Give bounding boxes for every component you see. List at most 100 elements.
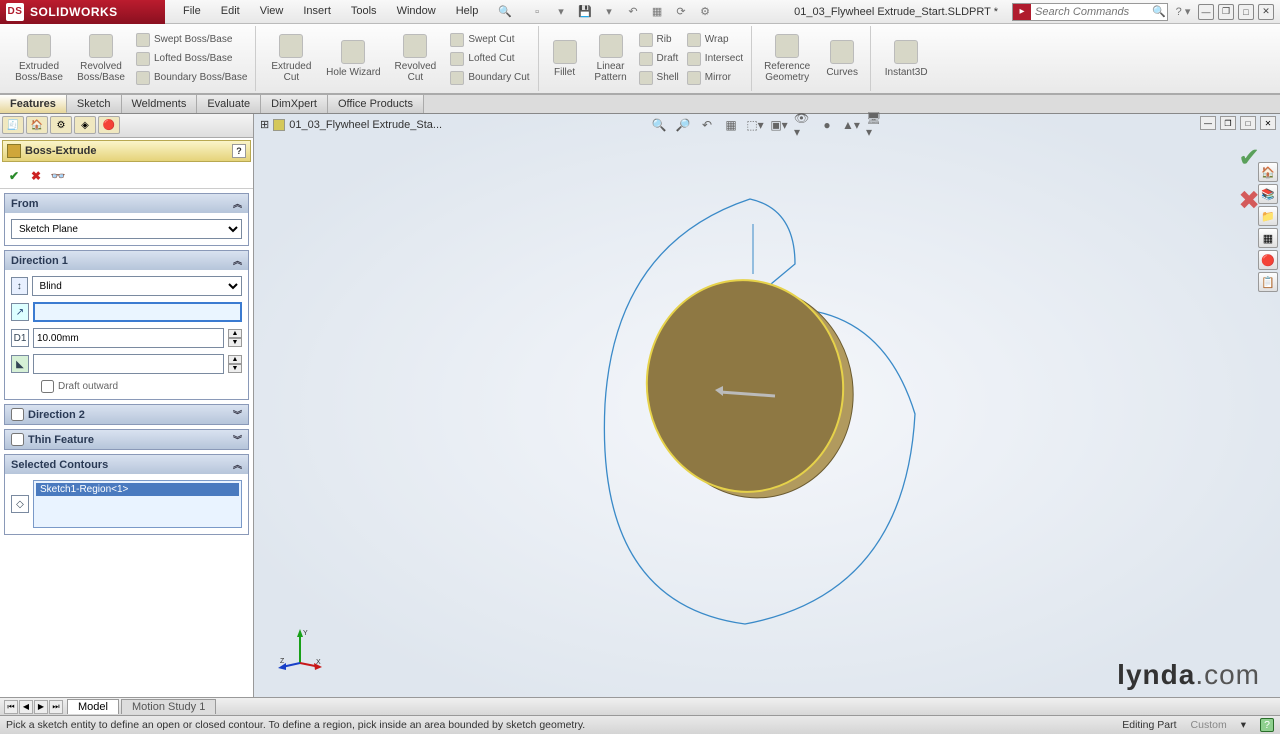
- window-close[interactable]: ✕: [1258, 4, 1274, 20]
- from-select[interactable]: Sketch Plane: [11, 219, 242, 239]
- swept-cut-button[interactable]: Swept Cut: [448, 32, 531, 48]
- hole-wizard-button[interactable]: Hole Wizard: [324, 28, 382, 89]
- rib-button[interactable]: Rib: [637, 32, 681, 48]
- window-maximize[interactable]: □: [1238, 4, 1254, 20]
- help-flyout[interactable]: ? ▾: [1174, 3, 1192, 21]
- command-manager-tabs: Features Sketch Weldments Evaluate DimXp…: [0, 94, 1280, 114]
- draft-spinner-down[interactable]: ▼: [228, 364, 242, 373]
- depth-spinner-down[interactable]: ▼: [228, 338, 242, 347]
- window-restore[interactable]: ❐: [1218, 4, 1234, 20]
- propertymanager-tab-icon[interactable]: 🏠: [26, 116, 48, 134]
- reverse-direction-icon[interactable]: ↕: [11, 277, 28, 295]
- wrap-button[interactable]: Wrap: [685, 32, 745, 48]
- tab-nav-first[interactable]: ⏮: [4, 700, 18, 714]
- tab-nav-prev[interactable]: ◀: [19, 700, 33, 714]
- contour-item[interactable]: Sketch1-Region<1>: [36, 483, 239, 496]
- direction-vector-field[interactable]: [33, 302, 242, 322]
- section-direction2-header[interactable]: Direction 2︾: [5, 405, 248, 424]
- save-icon[interactable]: 💾: [576, 3, 594, 21]
- fillet-button[interactable]: Fillet: [545, 28, 585, 89]
- draft-angle-icon[interactable]: ◣: [11, 355, 29, 373]
- depth-spinner-up[interactable]: ▲: [228, 329, 242, 338]
- end-condition-select[interactable]: Blind: [32, 276, 242, 296]
- tab-weldments[interactable]: Weldments: [122, 95, 198, 113]
- draft-outward-checkbox[interactable]: [41, 380, 54, 393]
- rebuild-icon[interactable]: ⟳: [672, 3, 690, 21]
- draft-spinner-up[interactable]: ▲: [228, 355, 242, 364]
- linear-pattern-button[interactable]: Linear Pattern: [589, 28, 633, 89]
- help-search-icon[interactable]: 🔍: [490, 1, 520, 22]
- watermark: lynda.com: [1117, 659, 1260, 691]
- menu-tools[interactable]: Tools: [343, 1, 385, 22]
- direction-vector-icon[interactable]: ↗: [11, 303, 29, 321]
- section-direction1-header[interactable]: Direction 1︽: [5, 251, 248, 270]
- tab-sketch[interactable]: Sketch: [67, 95, 122, 113]
- thin-feature-checkbox[interactable]: [11, 433, 24, 446]
- display-tab-icon[interactable]: 🔴: [98, 116, 120, 134]
- open-doc-icon[interactable]: ▾: [552, 3, 570, 21]
- direction2-checkbox[interactable]: [11, 408, 24, 421]
- section-thin-feature-header[interactable]: Thin Feature︾: [5, 430, 248, 449]
- menu-view[interactable]: View: [252, 1, 292, 22]
- section-from-header[interactable]: From︽: [5, 194, 248, 213]
- settings-icon[interactable]: ⚙: [696, 3, 714, 21]
- pm-help-button[interactable]: ?: [232, 144, 246, 158]
- revolved-cut-button[interactable]: Revolved Cut: [386, 28, 444, 89]
- tab-nav-last[interactable]: ⏭: [49, 700, 63, 714]
- dimxpert-tab-icon[interactable]: ◈: [74, 116, 96, 134]
- instant3d-button[interactable]: Instant3D: [877, 28, 935, 89]
- menu-edit[interactable]: Edit: [213, 1, 248, 22]
- status-units[interactable]: Custom: [1191, 719, 1227, 731]
- command-search-input[interactable]: [1031, 4, 1151, 20]
- tab-evaluate[interactable]: Evaluate: [197, 95, 261, 113]
- swept-boss-button[interactable]: Swept Boss/Base: [134, 32, 249, 48]
- depth-input[interactable]: [33, 328, 224, 348]
- tab-office-products[interactable]: Office Products: [328, 95, 424, 113]
- lofted-cut-button[interactable]: Lofted Cut: [448, 51, 531, 67]
- boundary-cut-button[interactable]: Boundary Cut: [448, 70, 531, 86]
- pm-ok-button[interactable]: ✔: [6, 168, 22, 184]
- reference-geometry-button[interactable]: Reference Geometry: [758, 28, 816, 89]
- print-icon[interactable]: ▾: [600, 3, 618, 21]
- model-canvas[interactable]: [254, 114, 1280, 697]
- orientation-triad[interactable]: Y X Z: [278, 627, 322, 671]
- status-hint: Pick a sketch entity to define an open o…: [6, 719, 585, 731]
- boundary-boss-button[interactable]: Boundary Boss/Base: [134, 70, 249, 86]
- section-contours-header[interactable]: Selected Contours︽: [5, 455, 248, 474]
- menu-file[interactable]: File: [175, 1, 209, 22]
- lofted-boss-button[interactable]: Lofted Boss/Base: [134, 51, 249, 67]
- status-help-icon[interactable]: ?: [1260, 718, 1274, 732]
- pm-feature-icon: [7, 144, 21, 158]
- pm-preview-button[interactable]: 👓: [50, 168, 66, 184]
- tab-nav-next[interactable]: ▶: [34, 700, 48, 714]
- revolved-boss-button[interactable]: Revolved Boss/Base: [72, 28, 130, 89]
- curves-button[interactable]: Curves: [820, 28, 864, 89]
- configmanager-tab-icon[interactable]: ⚙: [50, 116, 72, 134]
- window-minimize[interactable]: —: [1198, 4, 1214, 20]
- draft-angle-field[interactable]: [33, 354, 224, 374]
- mirror-button[interactable]: Mirror: [685, 70, 745, 86]
- draft-button[interactable]: Draft: [637, 51, 681, 67]
- menu-insert[interactable]: Insert: [295, 1, 339, 22]
- extruded-cut-button[interactable]: Extruded Cut: [262, 28, 320, 89]
- new-doc-icon[interactable]: ▫: [528, 3, 546, 21]
- contours-listbox[interactable]: Sketch1-Region<1>: [33, 480, 242, 528]
- featuretree-tab-icon[interactable]: 🧾: [2, 116, 24, 134]
- search-magnify-icon[interactable]: 🔍: [1151, 5, 1167, 18]
- undo-icon[interactable]: ↶: [624, 3, 642, 21]
- intersect-button[interactable]: Intersect: [685, 51, 745, 67]
- pm-cancel-button[interactable]: ✖: [28, 168, 44, 184]
- tab-dimxpert[interactable]: DimXpert: [261, 95, 328, 113]
- menu-help[interactable]: Help: [448, 1, 487, 22]
- search-button-icon[interactable]: ▸: [1013, 4, 1031, 20]
- status-options-icon[interactable]: ▾: [1241, 719, 1246, 731]
- tab-features[interactable]: Features: [0, 95, 67, 113]
- tab-motion-study[interactable]: Motion Study 1: [121, 699, 216, 714]
- shell-button[interactable]: Shell: [637, 70, 681, 86]
- extruded-boss-button[interactable]: Extruded Boss/Base: [10, 28, 68, 89]
- command-search[interactable]: ▸ 🔍: [1012, 3, 1168, 21]
- tab-model[interactable]: Model: [67, 699, 119, 714]
- options-icon[interactable]: ▦: [648, 3, 666, 21]
- menu-window[interactable]: Window: [389, 1, 444, 22]
- graphics-viewport[interactable]: ⊞ 01_03_Flywheel Extrude_Sta... 🔍 🔎 ↶ ▦ …: [254, 114, 1280, 697]
